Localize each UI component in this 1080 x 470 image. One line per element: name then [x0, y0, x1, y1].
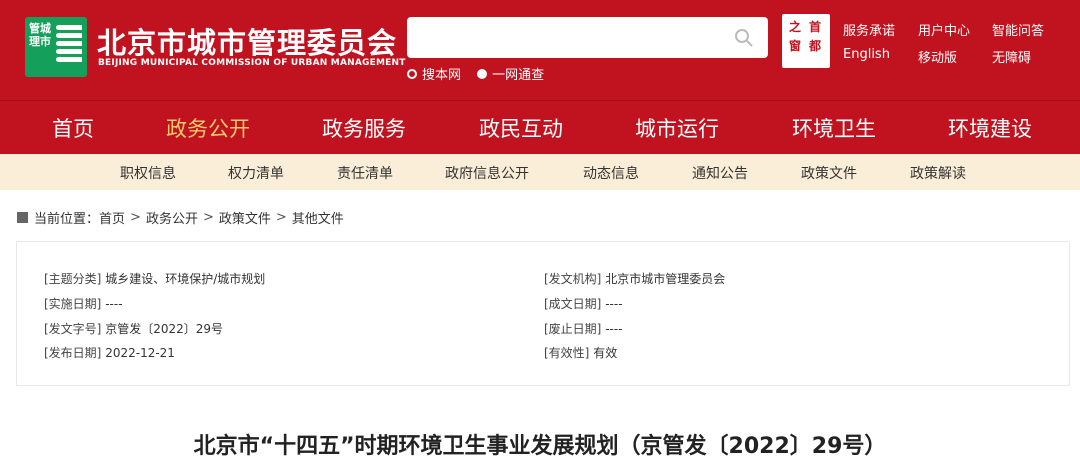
nav-home[interactable]: 首页 [52, 113, 94, 143]
search-box [407, 17, 768, 58]
seal-char: 之 [789, 20, 802, 34]
subnav-dynamic-info[interactable]: 动态信息 [583, 163, 639, 183]
search-scope-site-label: 搜本网 [422, 68, 462, 83]
meta-key: [成文日期] [544, 297, 602, 311]
meta-value: 2022-12-21 [105, 346, 175, 360]
subnav-responsibility-list[interactable]: 责任清单 [337, 163, 393, 183]
seal-char: 首 [809, 20, 822, 34]
meta-doc-number: [发文字号] 京管发〔2022〕29号 [44, 320, 223, 337]
location-icon [17, 212, 28, 223]
meta-key: [实施日期] [44, 297, 102, 311]
meta-value: 有效 [593, 346, 618, 360]
subnav-policy-documents[interactable]: 政策文件 [801, 163, 857, 183]
search-scope-all[interactable]: 一网通查 [477, 64, 544, 83]
meta-abolish-date: [废止日期] ---- [544, 320, 623, 337]
seal-char: 窗 [789, 39, 802, 53]
nav-government-affairs[interactable]: 政务公开 [166, 113, 250, 143]
breadcrumb-government-affairs[interactable]: 政务公开 [146, 208, 198, 227]
breadcrumb-policy-documents[interactable]: 政策文件 [219, 208, 271, 227]
sub-nav: 职权信息 权力清单 责任清单 政府信息公开 动态信息 通知公告 政策文件 政策解… [0, 154, 1080, 190]
meta-value: 北京市城市管理委员会 [605, 272, 726, 286]
link-accessibility[interactable]: 无障碍 [992, 47, 1031, 66]
meta-value: 城乡建设、环境保护/城市规划 [105, 272, 266, 286]
meta-key: [有效性] [544, 346, 590, 360]
nav-government-services[interactable]: 政务服务 [322, 113, 406, 143]
subnav-powers-info[interactable]: 职权信息 [120, 163, 176, 183]
search-scope-options: 搜本网 一网通查 [407, 64, 556, 83]
nav-interaction[interactable]: 政民互动 [479, 113, 563, 143]
meta-key: [发文字号] [44, 322, 102, 336]
meta-value: ---- [605, 297, 623, 311]
breadcrumb-other-documents[interactable]: 其他文件 [292, 208, 344, 227]
breadcrumb: 当前位置： 首页 > 政务公开 > 政策文件 > 其他文件 [17, 208, 344, 227]
meta-validity: [有效性] 有效 [544, 344, 617, 361]
nav-environment-construction[interactable]: 环境建设 [948, 113, 1032, 143]
meta-key: [发文机构] [544, 272, 602, 286]
meta-issuer: [发文机构] 北京市城市管理委员会 [544, 270, 725, 287]
site-title[interactable]: 北京市城市管理委员会 [97, 20, 397, 62]
breadcrumb-separator: > [202, 210, 214, 225]
document-meta-panel: [主题分类] 城乡建设、环境保护/城市规划 [发文机构] 北京市城市管理委员会 … [16, 241, 1070, 386]
meta-value: ---- [105, 297, 123, 311]
site-logo[interactable]: 管城理市 [25, 17, 87, 77]
seal-char: 都 [809, 39, 822, 53]
meta-value: ---- [605, 322, 623, 336]
subnav-notices[interactable]: 通知公告 [692, 163, 748, 183]
meta-written-date: [成文日期] ---- [544, 295, 623, 312]
site-header: 管城理市 北京市城市管理委员会 BEIJING MUNICIPAL COMMIS… [0, 0, 1080, 100]
link-mobile[interactable]: 移动版 [918, 47, 957, 66]
subnav-gov-info-disclosure[interactable]: 政府信息公开 [445, 163, 529, 183]
meta-value: 京管发〔2022〕29号 [105, 322, 224, 336]
nav-sanitation[interactable]: 环境卫生 [792, 113, 876, 143]
link-smart-qa[interactable]: 智能问答 [992, 20, 1044, 39]
search-scope-all-label: 一网通查 [492, 68, 545, 83]
meta-key: [主题分类] [44, 272, 102, 286]
site-subtitle: BEIJING MUNICIPAL COMMISSION OF URBAN MA… [98, 58, 406, 68]
meta-key: [发布日期] [44, 346, 102, 360]
breadcrumb-separator: > [130, 210, 141, 225]
radio-unchecked-icon [477, 68, 488, 79]
radio-checked-icon [407, 68, 417, 79]
meta-theme: [主题分类] 城乡建设、环境保护/城市规划 [44, 270, 265, 287]
search-input[interactable] [417, 17, 727, 58]
breadcrumb-separator: > [275, 210, 287, 225]
breadcrumb-home[interactable]: 首页 [99, 208, 125, 227]
meta-key: [废止日期] [544, 322, 602, 336]
search-scope-site[interactable]: 搜本网 [407, 64, 461, 83]
meta-effective-date: [实施日期] ---- [44, 295, 123, 312]
document-title: 北京市“十四五”时期环境卫生事业发展规划（京管发〔2022〕29号） [193, 434, 887, 459]
meta-publish-date: [发布日期] 2022-12-21 [44, 344, 175, 361]
subnav-policy-interpretation[interactable]: 政策解读 [910, 163, 966, 183]
link-english[interactable]: English [843, 47, 890, 62]
logo-emblem-icon [56, 25, 82, 69]
link-user-center[interactable]: 用户中心 [918, 20, 970, 39]
subnav-power-list[interactable]: 权力清单 [228, 163, 284, 183]
logo-text: 管城理市 [29, 22, 51, 48]
breadcrumb-label: 当前位置： [34, 212, 100, 227]
main-nav: 首页 政务公开 政务服务 政民互动 城市运行 环境卫生 环境建设 [0, 100, 1080, 154]
nav-city-operation[interactable]: 城市运行 [635, 113, 719, 143]
seal-caption: Beijing-China [782, 58, 830, 66]
search-icon[interactable] [734, 28, 754, 48]
link-service-commitment[interactable]: 服务承诺 [843, 20, 895, 39]
